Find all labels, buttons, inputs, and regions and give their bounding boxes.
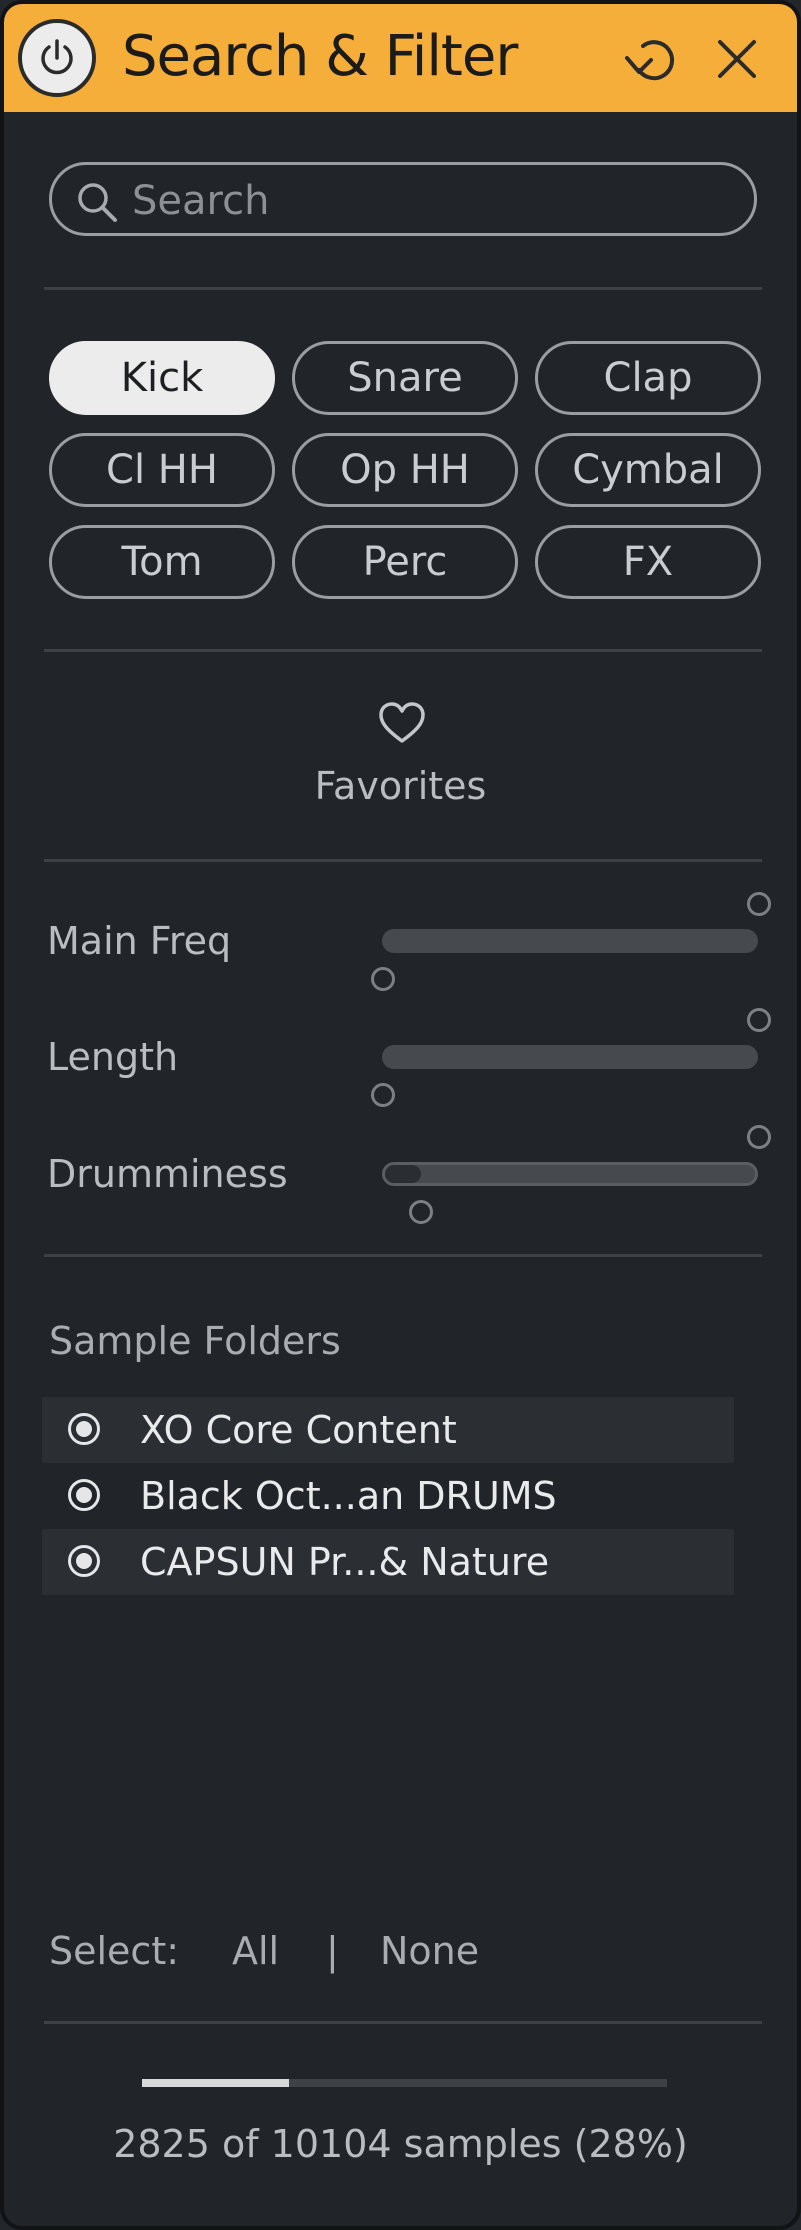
tag-perc[interactable]: Perc: [292, 525, 518, 599]
divider: [44, 859, 762, 862]
main-freq-label: Main Freq: [47, 919, 232, 963]
divider: [44, 287, 762, 290]
drumminess-track[interactable]: [382, 1162, 758, 1186]
divider: [44, 1254, 762, 1257]
select-none-link[interactable]: None: [380, 1929, 479, 1973]
divider: [44, 649, 762, 652]
power-icon: [41, 39, 73, 75]
favorites-label[interactable]: Favorites: [4, 764, 797, 808]
samples-progress-bar: [142, 2079, 667, 2087]
length-max-handle[interactable]: [747, 1008, 771, 1032]
folder-item[interactable]: CAPSUN Pr...& Nature: [42, 1529, 734, 1595]
panel-header: Search & Filter: [4, 4, 797, 112]
main-freq-track[interactable]: [382, 929, 758, 953]
folder-radio[interactable]: [68, 1479, 100, 1511]
tag-tom[interactable]: Tom: [49, 525, 275, 599]
length-min-handle[interactable]: [371, 1083, 395, 1107]
select-separator: |: [326, 1929, 339, 1973]
reset-icon[interactable]: [619, 26, 685, 92]
folder-item[interactable]: XO Core Content: [42, 1397, 734, 1463]
tag-snare[interactable]: Snare: [292, 341, 518, 415]
drumminess-min-handle[interactable]: [409, 1200, 433, 1224]
search-icon: [78, 183, 117, 222]
length-track[interactable]: [382, 1045, 758, 1069]
search-field[interactable]: [49, 162, 757, 236]
folder-item[interactable]: Black Oct...an DRUMS: [42, 1463, 734, 1529]
folder-label: XO Core Content: [140, 1408, 457, 1452]
divider: [44, 2021, 762, 2024]
drumminess-max-handle[interactable]: [747, 1125, 771, 1149]
length-label: Length: [47, 1035, 179, 1079]
select-all-link[interactable]: All: [232, 1929, 279, 1973]
tag-kick[interactable]: Kick: [49, 341, 275, 415]
tag-closed-hihat[interactable]: Cl HH: [49, 433, 275, 507]
folder-radio[interactable]: [68, 1413, 100, 1445]
select-label: Select:: [49, 1929, 180, 1973]
folder-label: CAPSUN Pr...& Nature: [140, 1540, 550, 1584]
search-input[interactable]: [130, 171, 734, 231]
tag-clap[interactable]: Clap: [535, 341, 761, 415]
drumminess-excluded-range: [385, 1165, 421, 1183]
main-freq-max-handle[interactable]: [747, 892, 771, 916]
power-button[interactable]: [18, 19, 96, 97]
tag-fx[interactable]: FX: [535, 525, 761, 599]
samples-progress-fill: [142, 2079, 289, 2087]
tag-open-hihat[interactable]: Op HH: [292, 433, 518, 507]
tag-cymbal[interactable]: Cymbal: [535, 433, 761, 507]
folder-label: Black Oct...an DRUMS: [140, 1474, 557, 1518]
folder-radio[interactable]: [68, 1545, 100, 1577]
panel-title: Search & Filter: [122, 24, 518, 89]
search-filter-panel: Search & Filter Kick Snare Clap Cl HH Op…: [0, 0, 801, 2230]
main-freq-min-handle[interactable]: [371, 967, 395, 991]
heart-icon[interactable]: [377, 700, 427, 746]
sample-folders-title: Sample Folders: [49, 1319, 341, 1363]
samples-count: 2825 of 10104 samples (28%): [113, 2122, 688, 2166]
drumminess-label: Drumminess: [47, 1152, 288, 1196]
close-icon[interactable]: [704, 26, 770, 92]
